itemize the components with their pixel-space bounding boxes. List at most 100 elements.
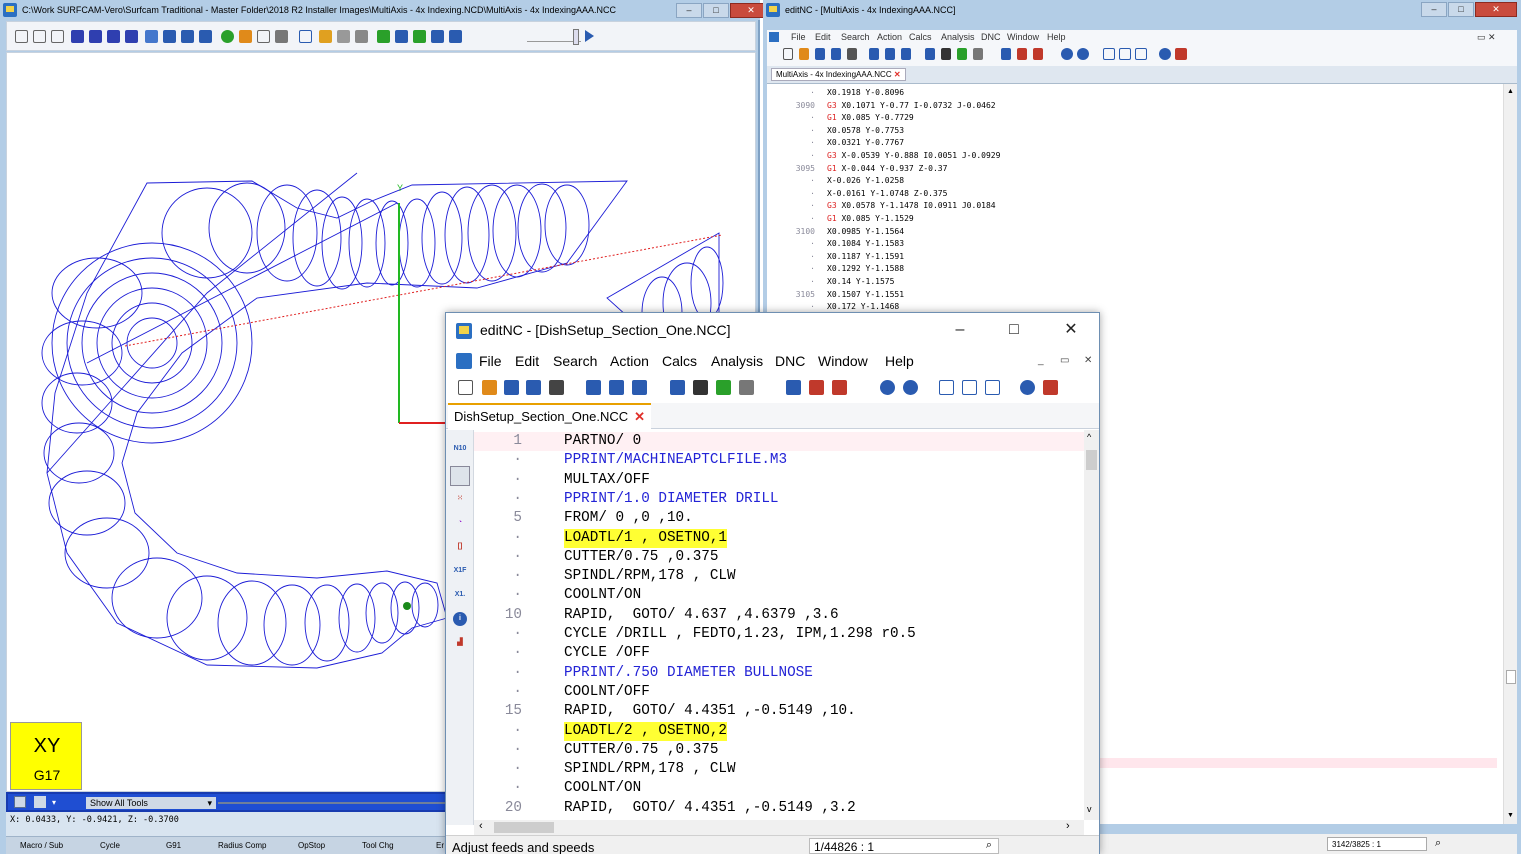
tile-horizontal-icon[interactable] [962, 380, 977, 395]
code-line[interactable]: · CYCLE /OFF [474, 644, 1084, 663]
right-menu-edit[interactable]: Edit [815, 32, 831, 42]
menu-dnc[interactable]: DNC [775, 353, 805, 369]
code-line[interactable]: · COOLNT/ON [474, 779, 1084, 798]
view-xy-icon[interactable] [71, 30, 84, 43]
speed-slider-thumb[interactable] [573, 29, 579, 45]
dropdown-icon[interactable] [355, 30, 368, 43]
code-line[interactable]: · CUTTER/0.75 ,0.375 [474, 741, 1084, 760]
right-file-tab[interactable]: MultiAxis - 4x IndexingAAA.NCC ✕ [771, 68, 906, 81]
rotate-icon[interactable] [33, 30, 46, 43]
code-line[interactable]: · LOADTL/2 , OSETNO,2 [474, 721, 1084, 741]
right-code-line[interactable]: · X-0.0161 Y-1.0748 Z-0.375 [767, 189, 947, 198]
menu-search[interactable]: Search [553, 353, 597, 369]
info-icon[interactable]: i [453, 612, 467, 626]
list-dropdown-icon[interactable] [739, 380, 754, 395]
right-code-line[interactable]: · X0.1918 Y-0.8096 [767, 88, 904, 97]
right-code-line[interactable]: · X0.14 Y-1.1575 [767, 277, 894, 286]
play-icon[interactable] [585, 30, 594, 42]
code-line[interactable]: · CUTTER/0.75 ,0.375 [474, 548, 1084, 567]
right-copy-icon[interactable] [885, 48, 895, 60]
right-tab-close-icon[interactable]: ✕ [894, 70, 901, 79]
right-code-line[interactable]: · G1 X0.085 Y-1.1529 [767, 214, 914, 223]
right-code-line[interactable]: 3090 G3 X0.1071 Y-0.77 I-0.0732 J-0.0462 [767, 101, 996, 110]
right-code-line[interactable]: 3100 X0.0985 Y-1.1564 [767, 227, 904, 236]
right-scroll-down-icon[interactable]: ▼ [1507, 812, 1514, 819]
tool-length-icon[interactable] [832, 380, 847, 395]
refresh-icon[interactable] [221, 30, 234, 43]
scroll-left-icon[interactable]: ‹ [479, 820, 483, 832]
code-line[interactable]: · SPINDL/RPM,178 , CLW [474, 567, 1084, 586]
cmd-tool-chg[interactable]: Tool Chg [362, 841, 394, 850]
right-help-icon[interactable] [1159, 48, 1171, 60]
scroll-up-icon[interactable]: ^ [1087, 432, 1091, 442]
code-line[interactable]: 20 RAPID, GOTO/ 4.4351 ,-0.5149 ,3.2 [474, 799, 1084, 818]
code-line[interactable]: 5 FROM/ 0 ,0 ,10. [474, 509, 1084, 528]
right-cascade-icon[interactable] [1103, 48, 1115, 60]
right-close-button[interactable]: ✕ [1475, 2, 1517, 17]
cmd-macro-sub[interactable]: Macro / Sub [20, 841, 63, 850]
settings-icon[interactable] [337, 30, 350, 43]
tool-timeline[interactable] [218, 802, 454, 804]
menu-calcs[interactable]: Calcs [662, 353, 697, 369]
file-tab[interactable]: DishSetup_Section_One.NCC ✕ [448, 403, 652, 429]
minimize-button[interactable]: – [676, 3, 702, 18]
format-decimal-icon[interactable]: X1. [453, 588, 467, 602]
view-yz-icon[interactable] [107, 30, 120, 43]
dialog-vertical-scrollbar[interactable]: ^ v [1084, 430, 1099, 820]
right-check-icon[interactable] [957, 48, 967, 60]
undo-icon[interactable] [15, 30, 28, 43]
ruler-icon[interactable]: ▟ [453, 636, 467, 650]
previous-icon[interactable] [880, 380, 895, 395]
next-icon[interactable] [903, 380, 918, 395]
rotate2-icon[interactable] [51, 30, 64, 43]
right-code-line[interactable]: 3095 G1 X-0.044 Y-0.937 Z-0.37 [767, 164, 948, 173]
print-icon[interactable] [549, 380, 564, 395]
brackets-icon[interactable]: [] [453, 540, 467, 554]
maximize-button[interactable]: □ [703, 3, 729, 18]
cmd-opstop[interactable]: OpStop [298, 841, 325, 850]
run-icon[interactable] [413, 30, 426, 43]
save-as-icon[interactable] [526, 380, 541, 395]
tile-vertical-icon[interactable] [985, 380, 1000, 395]
right-undo-icon[interactable] [925, 48, 935, 60]
tool-icon[interactable] [319, 30, 332, 43]
link-icon[interactable] [299, 30, 312, 43]
cmd-cycle[interactable]: Cycle [100, 841, 120, 850]
tool-holder-icon[interactable] [34, 796, 46, 808]
dialog-close-button[interactable]: ✕ [1060, 320, 1082, 340]
right-print-icon[interactable] [847, 48, 857, 60]
step-icon[interactable] [395, 30, 408, 43]
right-menu-window[interactable]: Window [1007, 32, 1039, 42]
menu-file[interactable]: File [479, 353, 502, 369]
tool-icon[interactable] [786, 380, 801, 395]
grid-icon[interactable]: ⁙ [453, 492, 467, 506]
right-menu-help[interactable]: Help [1047, 32, 1066, 42]
list-icon[interactable] [14, 796, 26, 808]
cmd-radius-comp[interactable]: Radius Comp [218, 841, 266, 850]
right-minimize-button[interactable]: – [1421, 2, 1447, 17]
right-code-line[interactable]: 3105 X0.1507 Y-1.1551 [767, 290, 904, 299]
dialog-title-bar[interactable]: editNC - [DishSetup_Section_One.NCC] – □… [446, 313, 1099, 349]
right-tool2-icon[interactable] [1017, 48, 1027, 60]
copy-icon[interactable] [257, 30, 270, 43]
new-file-icon[interactable] [458, 380, 473, 395]
menu-action[interactable]: Action [610, 353, 649, 369]
bookmark-icon[interactable] [450, 466, 470, 486]
right-open-icon[interactable] [799, 48, 809, 60]
right-menu-action[interactable]: Action [877, 32, 902, 42]
renumber-icon[interactable]: N10 [453, 442, 467, 456]
right-down-icon[interactable] [1077, 48, 1089, 60]
tool-filter-select[interactable]: Show All Tools ▾ [86, 797, 216, 809]
right-menu-dnc[interactable]: DNC [981, 32, 1001, 42]
right-paste-icon[interactable] [901, 48, 911, 60]
code-line[interactable]: 10 RAPID, GOTO/ 4.637 ,4.6379 ,3.6 [474, 606, 1084, 625]
tool-offset-icon[interactable] [809, 380, 824, 395]
right-list-icon[interactable] [973, 48, 983, 60]
menu-analysis[interactable]: Analysis [711, 353, 763, 369]
search-icon[interactable]: ⌕ [986, 839, 992, 852]
right-scroll-up-icon[interactable]: ▲ [1507, 88, 1514, 95]
pan-icon[interactable] [145, 30, 158, 43]
open-file-icon[interactable] [482, 380, 497, 395]
pause-icon[interactable] [449, 30, 462, 43]
zoom-icon[interactable] [163, 30, 176, 43]
